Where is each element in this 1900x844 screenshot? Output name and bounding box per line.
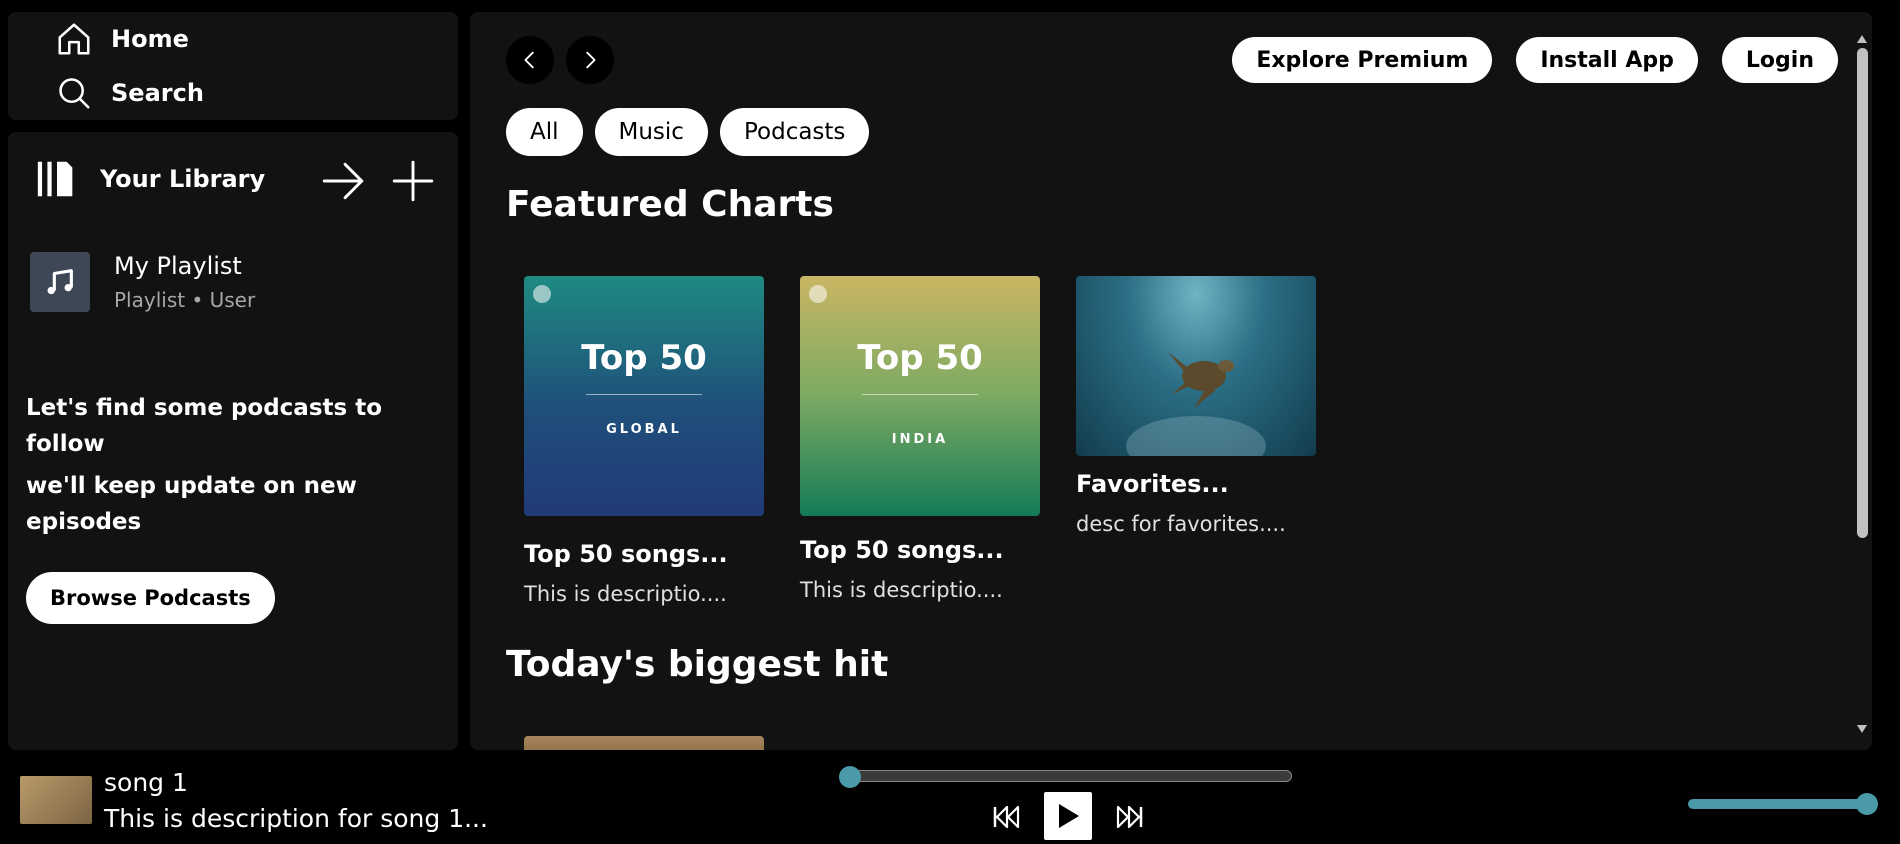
browse-podcasts-button[interactable]: Browse Podcasts bbox=[26, 572, 275, 624]
nav-home-label: Home bbox=[111, 25, 189, 53]
card-description: This is descriptio.... bbox=[524, 582, 727, 606]
library-actions bbox=[318, 156, 438, 206]
hit-card-cover[interactable] bbox=[524, 736, 764, 750]
filter-podcasts[interactable]: Podcasts bbox=[719, 108, 870, 156]
card-title: Top 50 songs... bbox=[524, 540, 728, 568]
card-description: desc for favorites.... bbox=[1076, 512, 1286, 536]
arrow-right-icon[interactable] bbox=[318, 156, 368, 206]
nav-search[interactable]: Search bbox=[55, 74, 204, 112]
now-playing-thumbnail bbox=[20, 776, 92, 824]
now-playing-description: This is description for song 1... bbox=[104, 804, 488, 833]
chart-card-india[interactable]: Top 50 INDIA Top 50 songs... This is des… bbox=[800, 276, 1040, 602]
progress-bar[interactable] bbox=[839, 766, 1292, 788]
library-header[interactable]: Your Library bbox=[34, 156, 265, 202]
main-content: Explore Premium Install App Login All Mu… bbox=[470, 12, 1872, 750]
playlist-text: My Playlist Playlist • User bbox=[114, 252, 255, 312]
cover-divider bbox=[862, 394, 978, 395]
home-icon bbox=[58, 23, 90, 55]
chevron-left-icon bbox=[524, 51, 534, 69]
chart-cover-india: Top 50 INDIA bbox=[800, 276, 1040, 516]
fast-forward-icon bbox=[1116, 805, 1143, 829]
podcast-prompt-line2: we'll keep update on new episodes bbox=[26, 473, 357, 535]
nav-search-label: Search bbox=[111, 79, 204, 107]
cover-region: GLOBAL bbox=[606, 422, 682, 437]
volume-knob[interactable] bbox=[1856, 793, 1878, 815]
podcast-prompt-line1: Let's find some podcasts to follow bbox=[26, 395, 383, 457]
player-bar: song 1 This is description for song 1... bbox=[0, 758, 1900, 844]
back-button[interactable] bbox=[506, 36, 554, 84]
music-note-icon bbox=[47, 269, 73, 295]
biggest-hit-title: Today's biggest hit bbox=[506, 644, 889, 685]
filter-music[interactable]: Music bbox=[594, 108, 708, 156]
library-icon bbox=[37, 161, 73, 197]
filter-all[interactable]: All bbox=[506, 108, 583, 156]
spotify-logo-icon bbox=[809, 285, 827, 303]
library-title: Your Library bbox=[100, 165, 266, 193]
card-title: Favorites... bbox=[1076, 470, 1229, 498]
filter-chips: All Music Podcasts bbox=[506, 108, 870, 156]
card-title: Top 50 songs... bbox=[800, 536, 1004, 564]
cover-title: Top 50 bbox=[581, 338, 707, 378]
spotify-logo-icon bbox=[533, 285, 551, 303]
now-playing-title: song 1 bbox=[104, 768, 188, 797]
search-icon bbox=[59, 78, 90, 109]
chart-card-global[interactable]: Top 50 GLOBAL Top 50 songs... This is de… bbox=[524, 276, 764, 606]
scrollbar-thumb[interactable] bbox=[1857, 48, 1868, 538]
play-button[interactable] bbox=[1044, 792, 1092, 840]
forward-button[interactable] bbox=[566, 36, 614, 84]
next-button[interactable] bbox=[1114, 804, 1144, 830]
install-app-button[interactable]: Install App bbox=[1516, 37, 1698, 83]
previous-button[interactable] bbox=[992, 804, 1022, 830]
plus-icon[interactable] bbox=[388, 156, 438, 206]
library-panel: Your Library My Playlist Playlist • User… bbox=[8, 132, 458, 750]
sea-turtle-image bbox=[1126, 352, 1266, 456]
main-scrollbar[interactable] bbox=[1852, 12, 1872, 750]
playlist-thumbnail bbox=[30, 252, 90, 312]
chart-cover-global: Top 50 GLOBAL bbox=[524, 276, 764, 516]
sidebar-nav: Home Search bbox=[8, 12, 458, 120]
explore-premium-button[interactable]: Explore Premium bbox=[1232, 37, 1493, 83]
playlist-title: My Playlist bbox=[114, 252, 242, 280]
header-actions: Explore Premium Install App Login bbox=[1232, 37, 1838, 83]
favorites-card[interactable]: Favorites... desc for favorites.... bbox=[1076, 276, 1316, 536]
login-button[interactable]: Login bbox=[1721, 37, 1838, 83]
podcast-prompt: Let's find some podcasts to follow we'll… bbox=[26, 390, 426, 540]
playlist-item[interactable]: My Playlist Playlist • User bbox=[30, 252, 255, 312]
progress-knob[interactable] bbox=[839, 766, 861, 788]
scroll-up-icon[interactable] bbox=[1856, 34, 1868, 44]
cover-title: Top 50 bbox=[857, 338, 983, 378]
featured-charts-title: Featured Charts bbox=[506, 184, 834, 225]
cover-region: INDIA bbox=[891, 432, 949, 447]
scroll-down-icon[interactable] bbox=[1856, 724, 1868, 734]
playlist-subtitle: Playlist • User bbox=[114, 288, 256, 312]
rewind-icon bbox=[993, 805, 1020, 829]
volume-slider[interactable] bbox=[1688, 793, 1878, 815]
nav-home[interactable]: Home bbox=[55, 20, 189, 58]
chevron-right-icon bbox=[586, 51, 596, 69]
favorites-cover-image bbox=[1076, 276, 1316, 456]
cover-divider bbox=[586, 394, 702, 395]
play-icon bbox=[1059, 804, 1079, 828]
card-description: This is descriptio.... bbox=[800, 578, 1003, 602]
